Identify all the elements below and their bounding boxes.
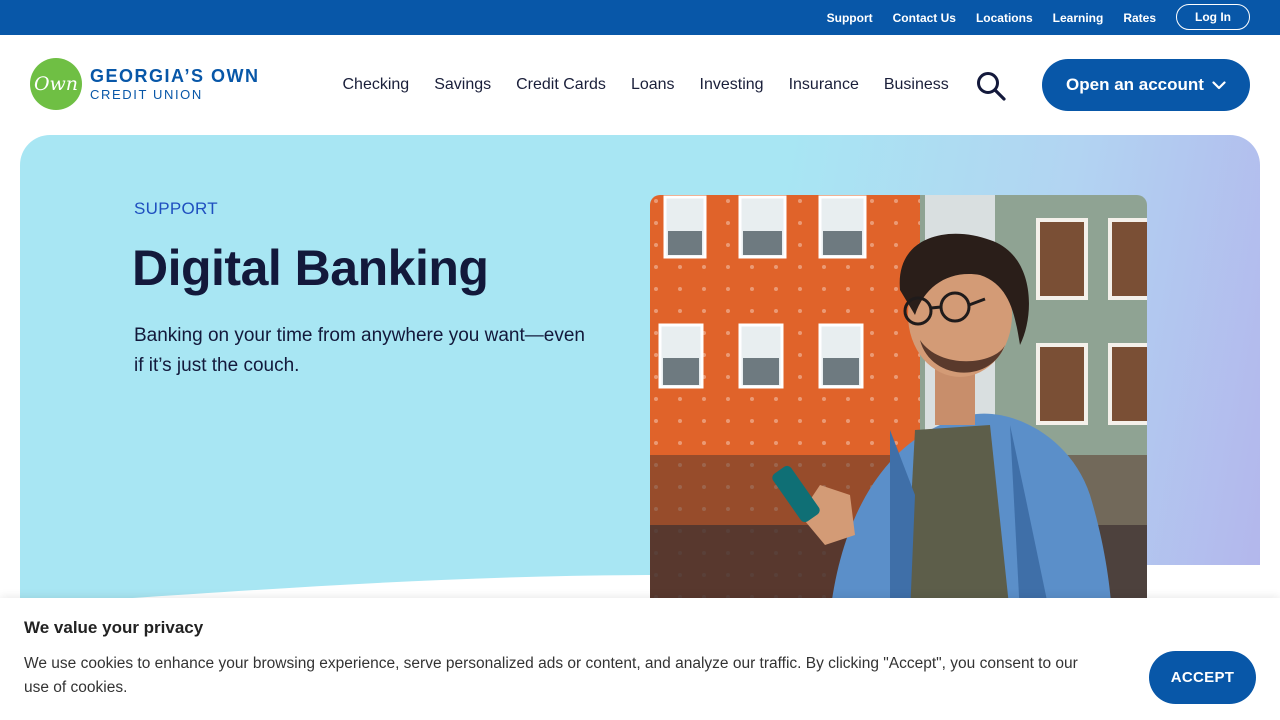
login-button[interactable]: Log In <box>1176 4 1250 30</box>
page-title: Digital Banking <box>132 240 489 296</box>
logo-mark: Own <box>30 58 82 110</box>
open-account-label: Open an account <box>1066 75 1204 94</box>
utility-bar: Support Contact Us Locations Learning Ra… <box>0 0 1280 35</box>
hero-section: SUPPORT Digital Banking Banking on your … <box>20 135 1260 615</box>
nav-item-loans[interactable]: Loans <box>631 76 675 94</box>
utility-link-locations[interactable]: Locations <box>976 11 1033 25</box>
logo[interactable]: Own GEORGIA’S OWN CREDIT UNION <box>30 58 260 110</box>
utility-link-support[interactable]: Support <box>827 11 873 25</box>
utility-link-contact-us[interactable]: Contact Us <box>893 11 956 25</box>
utility-link-learning[interactable]: Learning <box>1053 11 1104 25</box>
hero-subtitle: Banking on your time from anywhere you w… <box>134 325 585 376</box>
utility-links: Support Contact Us Locations Learning Ra… <box>827 0 1156 35</box>
cookie-banner-title: We value your privacy <box>24 618 204 637</box>
search-icon[interactable] <box>975 71 1007 101</box>
nav-item-checking[interactable]: Checking <box>343 76 410 94</box>
hero-eyebrow: SUPPORT <box>134 199 218 218</box>
cookie-banner-text: We use cookies to enhance your browsing … <box>24 655 1078 696</box>
main-header: Own GEORGIA’S OWN CREDIT UNION Checking … <box>0 35 1280 135</box>
hero-photo <box>650 195 1147 615</box>
nav-item-credit-cards[interactable]: Credit Cards <box>516 76 606 94</box>
nav-item-investing[interactable]: Investing <box>700 76 764 94</box>
chevron-down-icon <box>1212 80 1226 89</box>
nav-item-business[interactable]: Business <box>884 76 949 94</box>
nav-item-savings[interactable]: Savings <box>434 76 491 94</box>
open-account-button[interactable]: Open an account <box>1042 59 1250 111</box>
accept-cookies-button[interactable]: ACCEPT <box>1149 651 1256 704</box>
logo-wordmark: GEORGIA’S OWN CREDIT UNION <box>90 67 260 101</box>
utility-link-rates[interactable]: Rates <box>1123 11 1156 25</box>
cookie-banner: We value your privacy We use cookies to … <box>0 598 1280 720</box>
logo-line-1: GEORGIA’S OWN <box>90 66 260 86</box>
logo-line-2: CREDIT UNION <box>90 87 203 102</box>
main-nav: Checking Savings Credit Cards Loans Inve… <box>330 35 961 135</box>
nav-item-insurance[interactable]: Insurance <box>789 76 859 94</box>
